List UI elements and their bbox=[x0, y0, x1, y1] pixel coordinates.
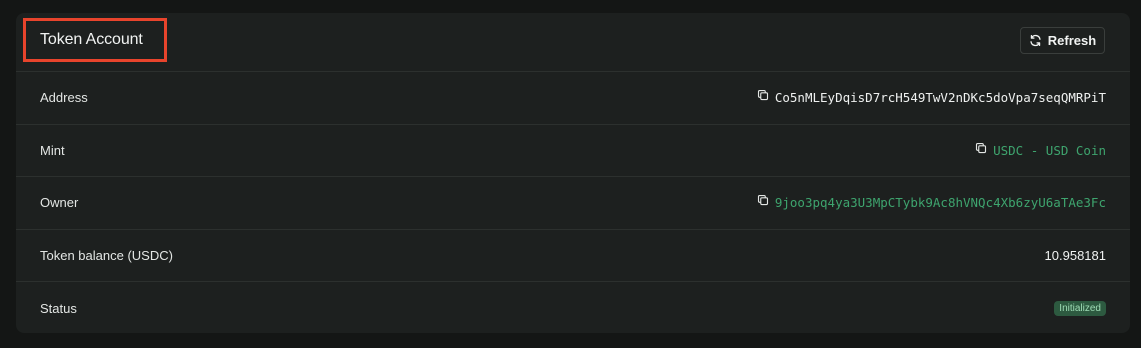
token-account-card: Token Account Refresh Address Co5nMLEyDq… bbox=[16, 13, 1130, 333]
row-label: Owner bbox=[40, 195, 79, 211]
owner-link[interactable]: 9joo3pq4ya3U3MpCTybk9Ac8hVNQc4Xb6zyU6aTA… bbox=[775, 195, 1106, 210]
address-value-group: Co5nMLEyDqisD7rcH549TwV2nDKc5doVpa7seqQM… bbox=[757, 90, 1106, 105]
row-label: Token balance (USDC) bbox=[40, 247, 173, 263]
copy-icon[interactable] bbox=[975, 142, 987, 154]
row-owner: Owner 9joo3pq4ya3U3MpCTybk9Ac8hVNQc4Xb6z… bbox=[16, 177, 1130, 230]
owner-value-group: 9joo3pq4ya3U3MpCTybk9Ac8hVNQc4Xb6zyU6aTA… bbox=[757, 195, 1106, 210]
mint-link[interactable]: USDC - USD Coin bbox=[993, 143, 1106, 158]
row-token-balance: Token balance (USDC) 10.958181 bbox=[16, 230, 1130, 282]
copy-icon[interactable] bbox=[757, 89, 769, 101]
refresh-icon bbox=[1030, 34, 1041, 47]
row-label: Address bbox=[40, 90, 88, 106]
mint-value-group: USDC - USD Coin bbox=[975, 142, 1106, 158]
row-address: Address Co5nMLEyDqisD7rcH549TwV2nDKc5doV… bbox=[16, 72, 1130, 125]
row-label: Status bbox=[40, 300, 77, 316]
status-badge: Initialized bbox=[1054, 300, 1106, 316]
card-title: Token Account bbox=[40, 31, 143, 48]
refresh-label: Refresh bbox=[1047, 33, 1097, 48]
token-balance-value: 10.958181 bbox=[1044, 247, 1106, 263]
copy-icon[interactable] bbox=[757, 194, 769, 206]
row-status: Status Initialized bbox=[16, 282, 1130, 333]
row-mint: Mint USDC - USD Coin bbox=[16, 125, 1130, 177]
address-value: Co5nMLEyDqisD7rcH549TwV2nDKc5doVpa7seqQM… bbox=[774, 90, 1106, 106]
title-highlight-box: Token Account bbox=[23, 18, 167, 62]
row-label: Mint bbox=[40, 142, 65, 158]
card-header: Token Account Refresh bbox=[16, 13, 1130, 72]
refresh-button[interactable]: Refresh bbox=[1020, 27, 1105, 54]
